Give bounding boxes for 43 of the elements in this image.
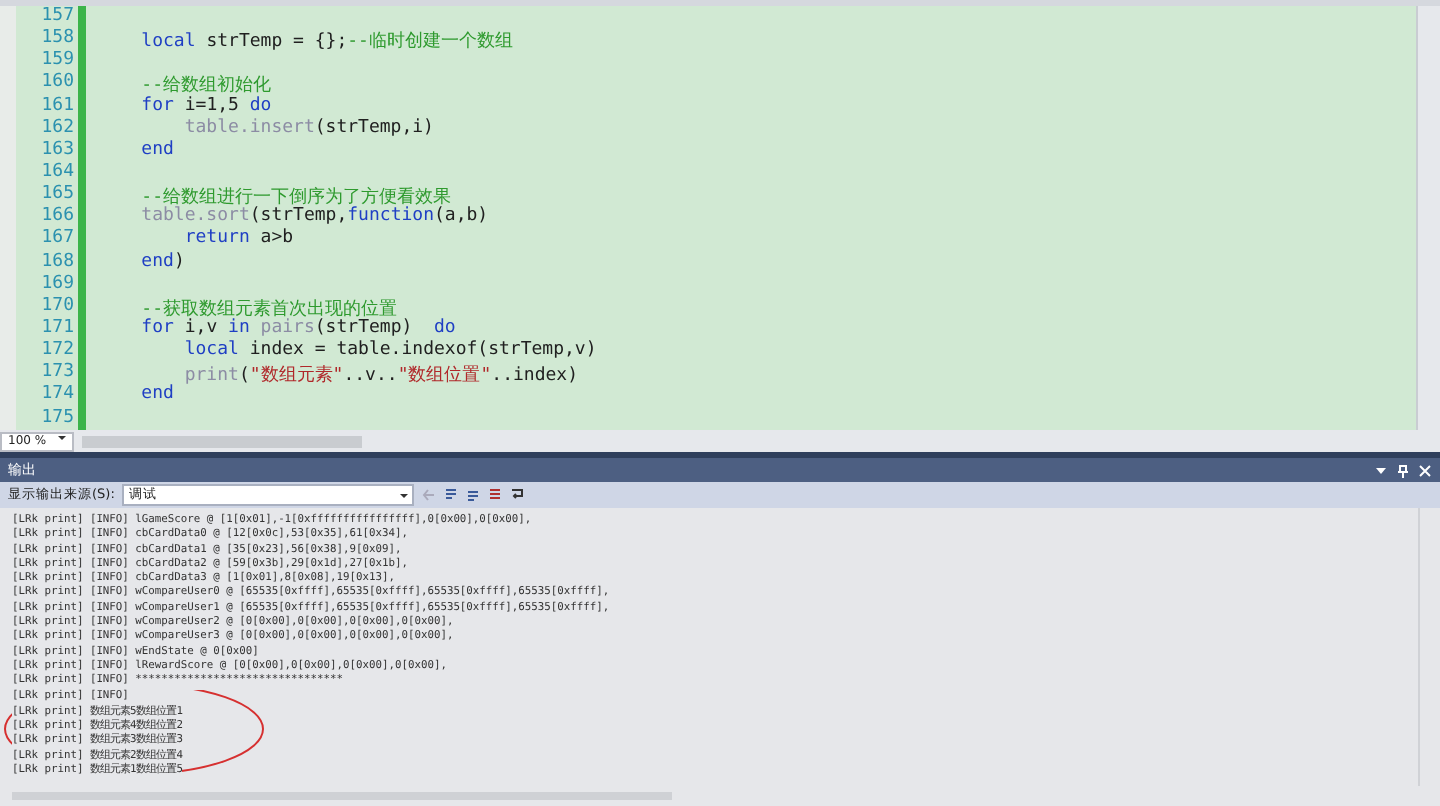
line-number: 173 xyxy=(39,362,74,385)
line-number: 161 xyxy=(39,95,74,118)
line-number: 160 xyxy=(39,72,74,96)
close-icon[interactable] xyxy=(1418,463,1432,477)
caret-icon xyxy=(400,491,409,499)
code-line: local strTemp = {};--临时创建一个数组 xyxy=(139,29,513,51)
line-number: 163 xyxy=(39,139,74,162)
line-number: 175 xyxy=(39,407,74,430)
horizontal-scrollbar[interactable] xyxy=(82,435,363,447)
line-number: 168 xyxy=(39,251,74,274)
code-line: --给数组初始化 xyxy=(139,73,272,96)
code-line: table.insert(strTemp,i) xyxy=(182,117,434,140)
line-number: 171 xyxy=(39,317,74,340)
line-number: 159 xyxy=(39,50,74,72)
code-line: local index = table.indexof(strTemp,v) xyxy=(182,340,597,363)
wrap-icon[interactable] xyxy=(510,488,525,502)
line-number: 164 xyxy=(39,161,74,184)
line-number: 172 xyxy=(39,340,74,362)
dropdown-icon[interactable] xyxy=(1374,463,1388,477)
clear-icon[interactable] xyxy=(488,488,503,502)
code-line: for i=1,5 do xyxy=(139,95,272,118)
code-line: end xyxy=(139,139,174,162)
vertical-scrollbar[interactable] xyxy=(1416,6,1440,430)
code-line: --给数组进行一下倒序为了方便看效果 xyxy=(139,185,452,207)
code-line: for i,v in pairs(strTemp) do xyxy=(139,317,456,340)
line-number: 166 xyxy=(39,206,74,228)
line-number: 169 xyxy=(39,273,74,296)
line-number: 167 xyxy=(39,228,74,252)
list-up-icon[interactable] xyxy=(444,488,459,502)
code-line: table.sort(strTemp,function(a,b) xyxy=(139,206,489,228)
code-line: end) xyxy=(139,251,185,274)
line-number: 158 xyxy=(39,28,74,50)
line-number: 162 xyxy=(39,117,74,140)
list-down-icon[interactable] xyxy=(466,488,481,502)
pin-icon[interactable] xyxy=(1396,463,1410,477)
code-line: print("数组元素"..v.."数组位置"..index) xyxy=(182,363,579,385)
line-number: 165 xyxy=(39,184,74,206)
line-number: 157 xyxy=(39,6,74,28)
code-line: --获取数组元素首次出现的位置 xyxy=(139,297,398,318)
line-number: 170 xyxy=(39,295,74,318)
code-line: return a>b xyxy=(182,228,294,252)
code-line: end xyxy=(139,384,174,408)
line-number: 174 xyxy=(39,384,74,408)
